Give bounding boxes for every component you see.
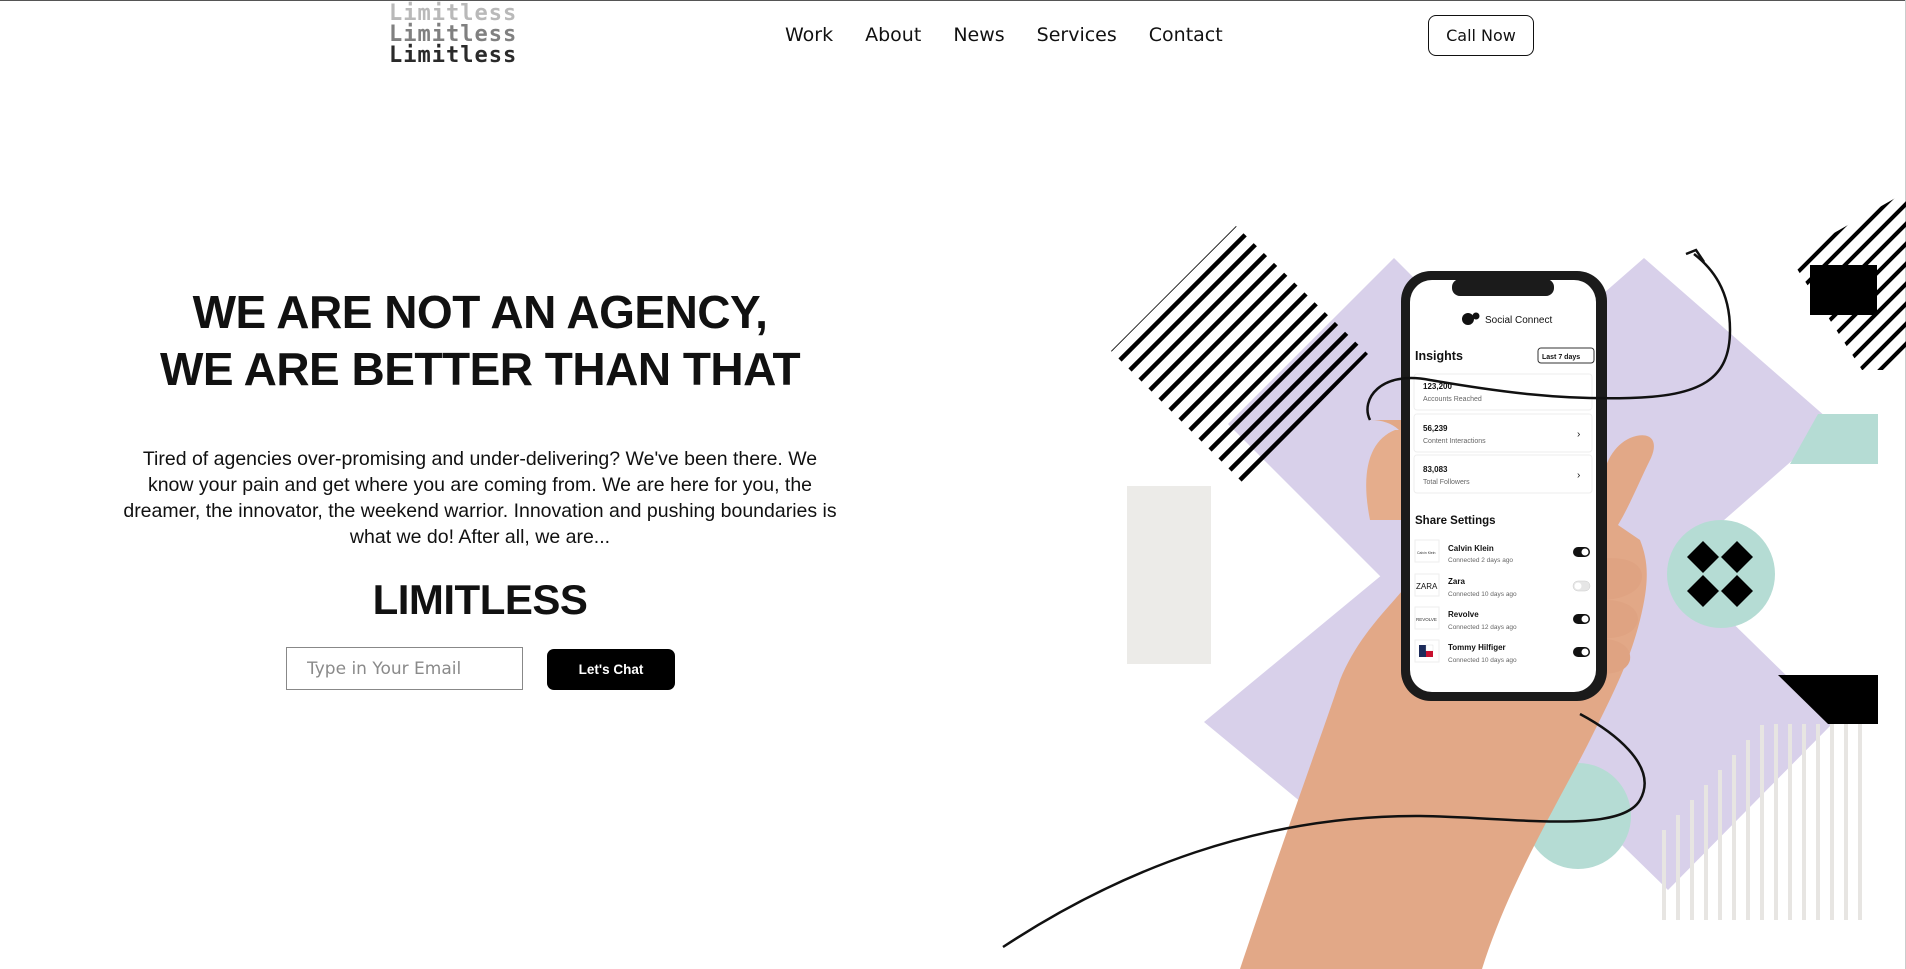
connection-name-3: Revolve	[1448, 610, 1479, 619]
range-select-label: Last 7 days	[1542, 354, 1580, 361]
logo-line-3: Limitless	[389, 43, 518, 68]
logo-line-2: Limitless	[389, 22, 518, 47]
insights-title: Insights	[1415, 349, 1463, 363]
nav-contact[interactable]: Contact	[1149, 24, 1223, 46]
hero-paragraph: Tired of agencies over-promising and und…	[123, 448, 837, 548]
lets-chat-button[interactable]: Let's Chat	[547, 649, 675, 690]
brand-word: LIMITLESS	[372, 576, 588, 623]
nav-work[interactable]: Work	[785, 24, 833, 46]
nav-news[interactable]: News	[953, 24, 1004, 46]
brand-logo-text: Calvin Klein	[1417, 551, 1436, 555]
headline-line-1: WE ARE NOT AN AGENCY,	[192, 286, 768, 338]
logo-line-1: Limitless	[389, 1, 518, 26]
nav-about[interactable]: About	[865, 24, 921, 46]
app-name: Social Connect	[1485, 315, 1552, 326]
hero-headline: WE ARE NOT AN AGENCY, WE ARE BETTER THAN…	[120, 284, 840, 398]
share-settings-title: Share Settings	[1415, 515, 1496, 527]
connection-name-4: Tommy Hilfiger	[1448, 643, 1506, 652]
brand-logo-text: REVOLVE	[1416, 617, 1437, 622]
hero-illustration: Social Connect Insights Last 7 days 123,…	[1002, 192, 1906, 969]
black-square-top-right	[1810, 265, 1877, 315]
flag-icon	[1419, 644, 1434, 657]
stat-label-2: Content Interactions	[1423, 438, 1486, 445]
chevron-right-icon: ›	[1577, 470, 1580, 481]
connection-name-1: Calvin Klein	[1448, 544, 1494, 553]
brand-logo-text: ZARA	[1416, 582, 1438, 591]
site-logo[interactable]: Limitless Limitless Limitless	[389, 1, 518, 68]
headline-line-2: WE ARE BETTER THAN THAT	[159, 343, 801, 395]
stat-value-2: 56,239	[1423, 424, 1448, 433]
chevron-right-icon: ›	[1577, 429, 1580, 440]
stat-card-3	[1413, 454, 1593, 494]
stat-label-1: Accounts Reached	[1423, 396, 1482, 403]
connection-status-4: Connected 10 days ago	[1448, 657, 1517, 664]
beige-rect	[1127, 486, 1211, 664]
phone-notch	[1452, 279, 1554, 296]
nav-services[interactable]: Services	[1037, 24, 1117, 46]
main-nav: Work About News Services Contact	[785, 24, 1255, 46]
mint-circle	[1667, 520, 1775, 628]
stat-label-3: Total Followers	[1423, 479, 1470, 486]
connection-status-1: Connected 2 days ago	[1448, 557, 1513, 564]
stat-card-2	[1413, 413, 1593, 453]
top-border	[0, 0, 1906, 1]
stat-value-3: 83,083	[1423, 465, 1448, 474]
connection-name-2: Zara	[1448, 577, 1465, 586]
connection-status-2: Connected 10 days ago	[1448, 591, 1517, 598]
connection-status-3: Connected 12 days ago	[1448, 624, 1517, 631]
email-input[interactable]	[286, 647, 523, 690]
call-now-button[interactable]: Call Now	[1428, 15, 1534, 56]
